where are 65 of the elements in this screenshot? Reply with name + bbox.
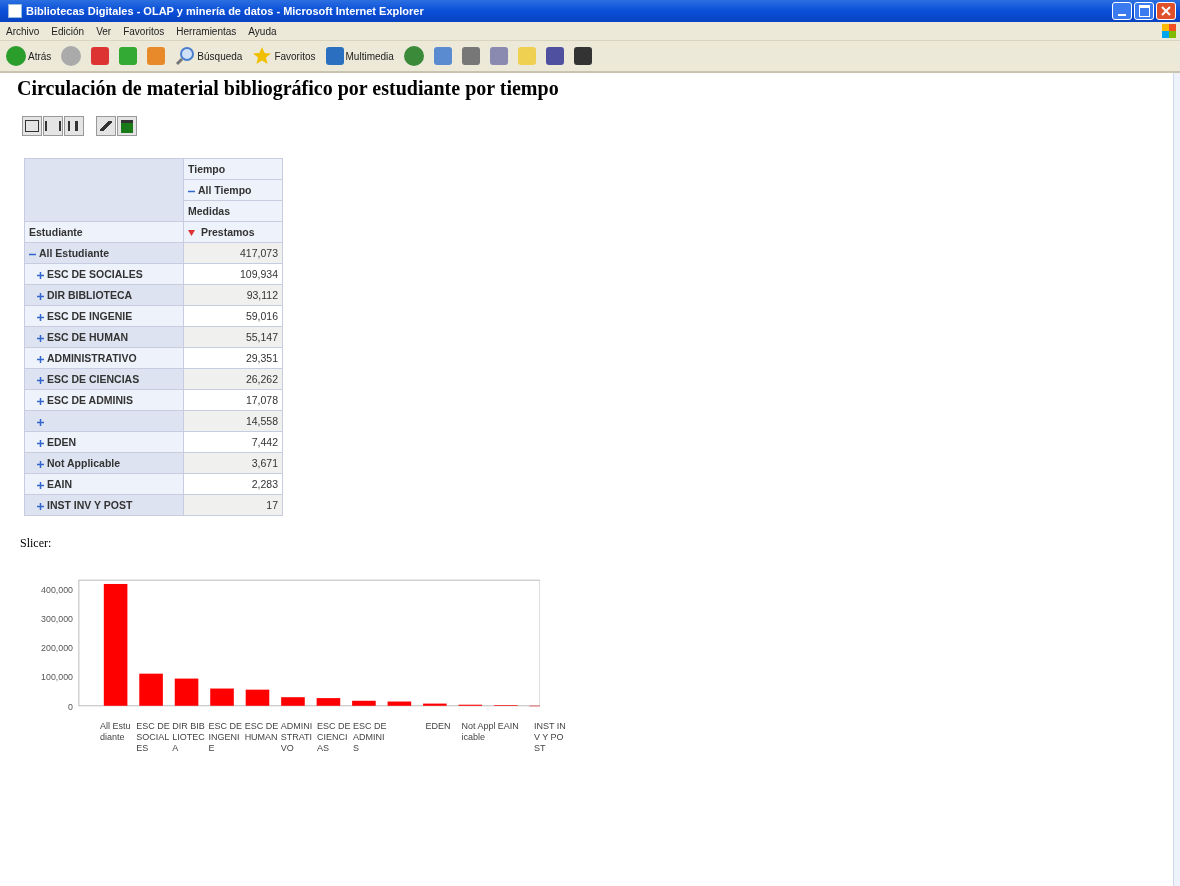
- row-member[interactable]: ESC DE INGENIE: [24, 305, 184, 327]
- row-member[interactable]: ESC DE ADMINIS: [24, 389, 184, 411]
- search-button[interactable]: Búsqueda: [173, 43, 245, 69]
- star-icon: [252, 46, 273, 66]
- axis-label: ESC DE HUMAN: [244, 721, 279, 742]
- close-icon: [1161, 6, 1171, 16]
- back-button[interactable]: Atrás: [4, 43, 54, 69]
- axis-label: Not Applicable: [461, 721, 496, 742]
- cube-navigator-button[interactable]: [22, 116, 42, 136]
- drill-through-button[interactable]: [96, 116, 116, 136]
- search-icon: [175, 46, 196, 66]
- axis-label: DIR BIBLIOTECA: [172, 721, 205, 753]
- favorites-button[interactable]: Favoritos: [250, 43, 318, 69]
- axis-label: ESC DE CIENCIAS: [316, 721, 351, 753]
- axis-label: 200,000: [41, 643, 73, 654]
- chart-button[interactable]: [117, 116, 137, 136]
- windows-logo-icon: [1162, 24, 1176, 38]
- sort-descending-icon: [188, 230, 195, 237]
- bar: [352, 700, 376, 706]
- menu-item[interactable]: Edición: [51, 25, 85, 37]
- row-member[interactable]: ADMINISTRATIVO: [24, 347, 184, 369]
- axis-label: EDEN: [425, 721, 451, 731]
- menu-item[interactable]: Ver: [96, 25, 112, 37]
- row-header: Estudiante: [24, 221, 184, 243]
- row-member[interactable]: ESC DE CIENCIAS: [24, 368, 184, 390]
- axis-label: 100,000: [41, 672, 73, 683]
- axis-label: 0: [68, 701, 73, 712]
- close-button[interactable]: [1156, 2, 1176, 20]
- row-member[interactable]: All Estudiante: [24, 242, 184, 264]
- axis-label: ESC DE INGENIE: [208, 721, 242, 753]
- row-member[interactable]: ESC DE SOCIALES: [24, 263, 184, 285]
- axis-label: ESC DE SOCIALES: [136, 721, 170, 753]
- axis-label: ADMINISTRATIVO: [280, 721, 313, 753]
- row-member[interactable]: ESC DE HUMAN: [24, 326, 184, 348]
- window-title: Bibliotecas Digitales - OLAP y minería de datos - Microsoft Internet Explorer: [26, 5, 425, 17]
- axis-label: 400,000: [41, 584, 73, 595]
- swap-axes-button[interactable]: [43, 116, 63, 136]
- menu-item[interactable]: Herramientas: [176, 25, 237, 37]
- bar: [281, 697, 305, 706]
- row-member[interactable]: Not Applicable: [24, 452, 184, 474]
- minimize-button[interactable]: [1112, 2, 1132, 20]
- menu-item[interactable]: Ayuda: [248, 25, 277, 37]
- page-heading: Circulación de material bibliográfico por estudiante por tiempo: [17, 77, 560, 100]
- sort-button[interactable]: [64, 116, 84, 136]
- row-member[interactable]: EDEN: [24, 431, 184, 453]
- row-member[interactable]: EAIN: [24, 473, 184, 495]
- axis-label: 300,000: [41, 614, 73, 625]
- row-member[interactable]: INST INV Y POST: [24, 494, 184, 516]
- media-button[interactable]: Multimedia: [323, 43, 396, 69]
- axis-label: EAIN: [497, 721, 519, 731]
- bar: [139, 673, 163, 706]
- axis-label: ESC DE ADMINIS: [353, 721, 387, 753]
- bar: [387, 701, 412, 706]
- axis-label: INST INV Y POST: [533, 721, 566, 753]
- maximize-button[interactable]: [1134, 2, 1154, 20]
- bar: [316, 698, 341, 706]
- scrollbar[interactable]: [1173, 73, 1180, 886]
- column-header: Tiempo: [183, 158, 283, 180]
- axis-label: All Estudiante: [100, 721, 131, 742]
- browser-icon: [8, 4, 22, 18]
- slicer-label: Slicer:: [20, 536, 53, 551]
- menu-item[interactable]: Favoritos: [123, 25, 165, 37]
- row-member[interactable]: DIR BIBLIOTECA: [24, 284, 184, 306]
- bar: [423, 703, 447, 706]
- menu-item[interactable]: Archivo: [6, 25, 40, 37]
